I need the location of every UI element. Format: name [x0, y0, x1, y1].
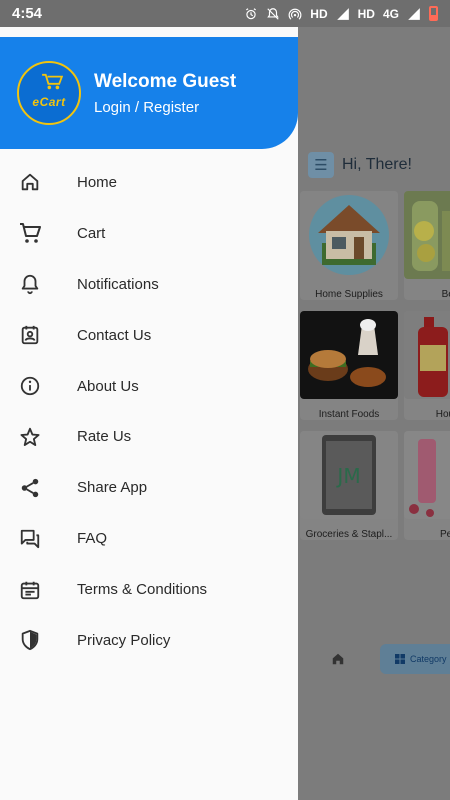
- menu-item-rate-us[interactable]: Rate Us: [0, 411, 298, 462]
- login-register-link[interactable]: Login / Register: [94, 99, 236, 116]
- category-card[interactable]: Home Supplies: [300, 191, 398, 300]
- notifications-off-icon: [267, 7, 280, 20]
- greeting-row: ☰ Hi, There!: [308, 152, 412, 178]
- shield-icon: [18, 628, 42, 652]
- category-nav-button[interactable]: Category: [380, 644, 450, 674]
- category-label: Instant Foods: [318, 409, 380, 420]
- category-card[interactable]: Perso: [404, 431, 450, 540]
- menu-item-privacy-policy[interactable]: Privacy Policy: [0, 615, 298, 666]
- background-app: ☰ Hi, There! Home Supplies Beve Instant …: [298, 27, 450, 800]
- category-label: Groceries & Stapl...: [305, 529, 393, 540]
- category-image-groceries: JM: [300, 431, 398, 519]
- menu-label: Cart: [77, 224, 106, 242]
- menu-item-about-us[interactable]: About Us: [0, 361, 298, 412]
- category-label: Househ: [435, 409, 450, 420]
- menu-label: FAQ: [77, 530, 108, 548]
- faq-icon: [18, 527, 42, 551]
- category-image-household: [404, 311, 450, 399]
- category-label: Home Supplies: [315, 289, 383, 300]
- menu-item-faq[interactable]: FAQ: [0, 513, 298, 564]
- category-nav-label: Category: [410, 654, 447, 664]
- menu-item-notifications[interactable]: Notifications: [0, 259, 298, 310]
- drawer-menu: Home Cart Notifications Contact Us About…: [0, 157, 298, 666]
- network-type: 4G: [382, 6, 399, 21]
- menu-item-terms-conditions[interactable]: Terms & Conditions: [0, 564, 298, 615]
- menu-label: Contact Us: [77, 326, 152, 344]
- network-label-2: HD: [357, 6, 375, 21]
- menu-label: Share App: [77, 479, 148, 497]
- category-label: Beve: [441, 289, 450, 300]
- battery-icon: [429, 6, 438, 21]
- category-card[interactable]: Househ: [404, 311, 450, 420]
- svg-text:JM: JM: [335, 464, 360, 488]
- calendar-icon: [18, 578, 42, 602]
- category-image-beverages: [404, 191, 450, 279]
- menu-label: About Us: [77, 377, 139, 395]
- star-icon: [18, 425, 42, 449]
- signal-icon: [336, 7, 349, 20]
- menu-label: Notifications: [77, 275, 159, 293]
- home-icon: [18, 170, 42, 194]
- category-card[interactable]: Instant Foods: [300, 311, 398, 420]
- menu-icon[interactable]: ☰: [308, 152, 334, 178]
- category-image-home-supplies: [300, 191, 398, 279]
- menu-label: Privacy Policy: [77, 631, 171, 649]
- info-icon: [18, 374, 42, 398]
- menu-label: Terms & Conditions: [77, 581, 208, 599]
- welcome-title: Welcome Guest: [94, 70, 237, 92]
- status-icons: HD HD 4G: [244, 6, 438, 21]
- ecart-logo: eCart: [17, 61, 81, 125]
- category-image-instant-foods: [300, 311, 398, 399]
- category-card[interactable]: JM Groceries & Stapl...: [300, 431, 398, 540]
- status-time: 4:54: [12, 5, 43, 22]
- menu-item-home[interactable]: Home: [0, 157, 298, 208]
- hotspot-icon: [288, 8, 302, 20]
- greeting-text: Hi, There!: [342, 156, 412, 173]
- status-bar: 4:54 HD HD 4G: [0, 0, 450, 27]
- category-card[interactable]: Beve: [404, 191, 450, 300]
- header-text: Welcome Guest Login / Register: [94, 71, 236, 116]
- drawer-header: eCart Welcome Guest Login / Register: [0, 37, 298, 149]
- cart-icon: [18, 221, 42, 245]
- menu-item-contact-us[interactable]: Contact Us: [0, 310, 298, 361]
- bell-icon: [18, 272, 42, 296]
- bottom-nav: Category: [298, 641, 450, 677]
- menu-label: Rate Us: [77, 428, 132, 446]
- signal-icon-2: [408, 7, 420, 20]
- category-image-personal-care: [404, 431, 450, 519]
- grid-icon: [395, 654, 405, 664]
- category-label: Perso: [439, 529, 450, 540]
- navigation-drawer: eCart Welcome Guest Login / Register Hom…: [0, 27, 298, 800]
- logo-text: eCart: [32, 95, 66, 109]
- menu-item-cart[interactable]: Cart: [0, 208, 298, 259]
- share-icon: [18, 476, 42, 500]
- menu-label: Home: [77, 173, 118, 191]
- contact-icon: [18, 323, 42, 347]
- menu-item-share-app[interactable]: Share App: [0, 462, 298, 513]
- alarm-icon: [246, 7, 257, 19]
- network-label-1: HD: [310, 6, 328, 21]
- logo-cart-icon: [42, 73, 63, 90]
- home-nav-icon[interactable]: [298, 652, 378, 666]
